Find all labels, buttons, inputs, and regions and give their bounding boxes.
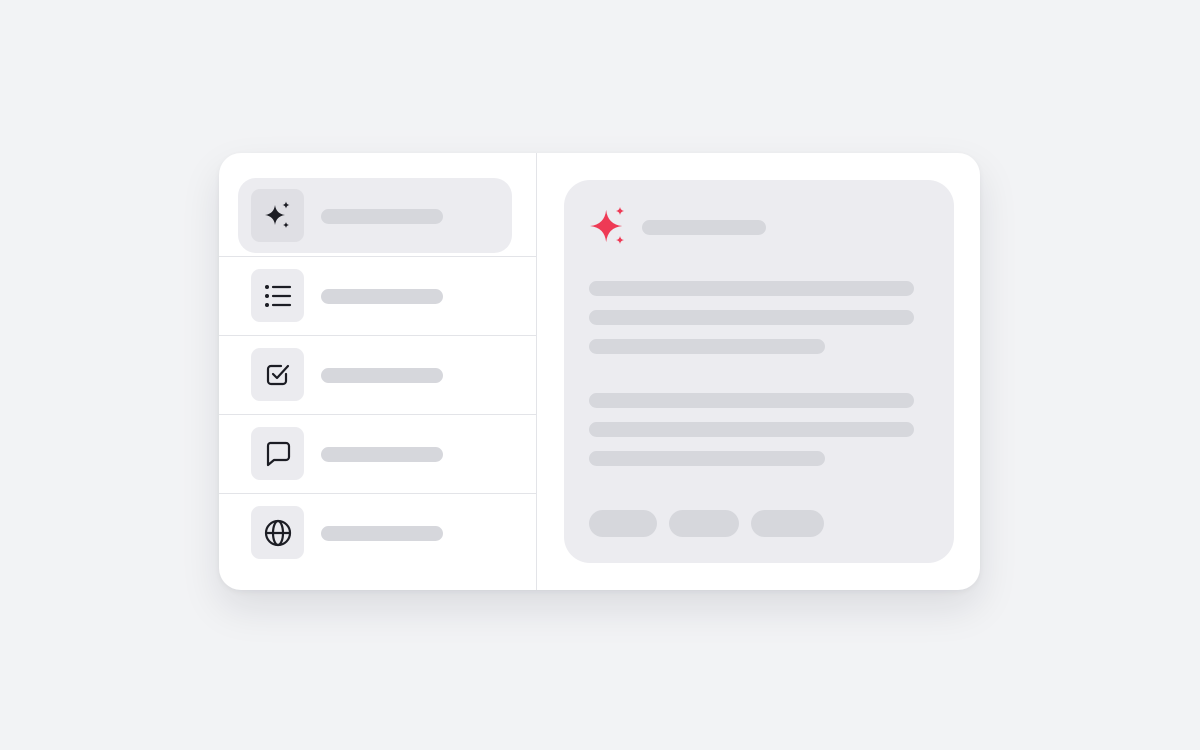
- sidebar-item-label: [321, 447, 443, 462]
- sidebar-item-list[interactable]: [219, 256, 536, 336]
- sidebar-item-label: [321, 209, 443, 224]
- text-line: [589, 281, 914, 296]
- text-line: [589, 393, 914, 408]
- sidebar-item-tasks[interactable]: [219, 335, 536, 415]
- panel-title: [642, 220, 766, 235]
- text-line: [589, 451, 825, 466]
- sidebar-item-label: [321, 368, 443, 383]
- tag-chip[interactable]: [589, 510, 657, 537]
- chat-bubble-icon: [251, 427, 304, 480]
- text-line: [589, 422, 914, 437]
- sidebar-menu: [219, 153, 537, 590]
- sparkle-icon: [590, 207, 624, 244]
- sidebar-item-label: [321, 526, 443, 541]
- sidebar-item-sparkle[interactable]: [219, 153, 536, 253]
- tag-chip[interactable]: [669, 510, 739, 537]
- tag-chip[interactable]: [751, 510, 824, 537]
- sidebar-item-web[interactable]: [219, 493, 536, 573]
- text-line: [589, 339, 825, 354]
- text-line: [589, 310, 914, 325]
- detail-panel: [564, 180, 954, 563]
- sparkle-icon: [251, 189, 304, 242]
- sidebar-item-label: [321, 289, 443, 304]
- sidebar-item-messages[interactable]: [219, 414, 536, 494]
- globe-icon: [251, 506, 304, 559]
- feature-card: [219, 153, 980, 590]
- checkbox-icon: [251, 348, 304, 401]
- list-icon: [251, 269, 304, 322]
